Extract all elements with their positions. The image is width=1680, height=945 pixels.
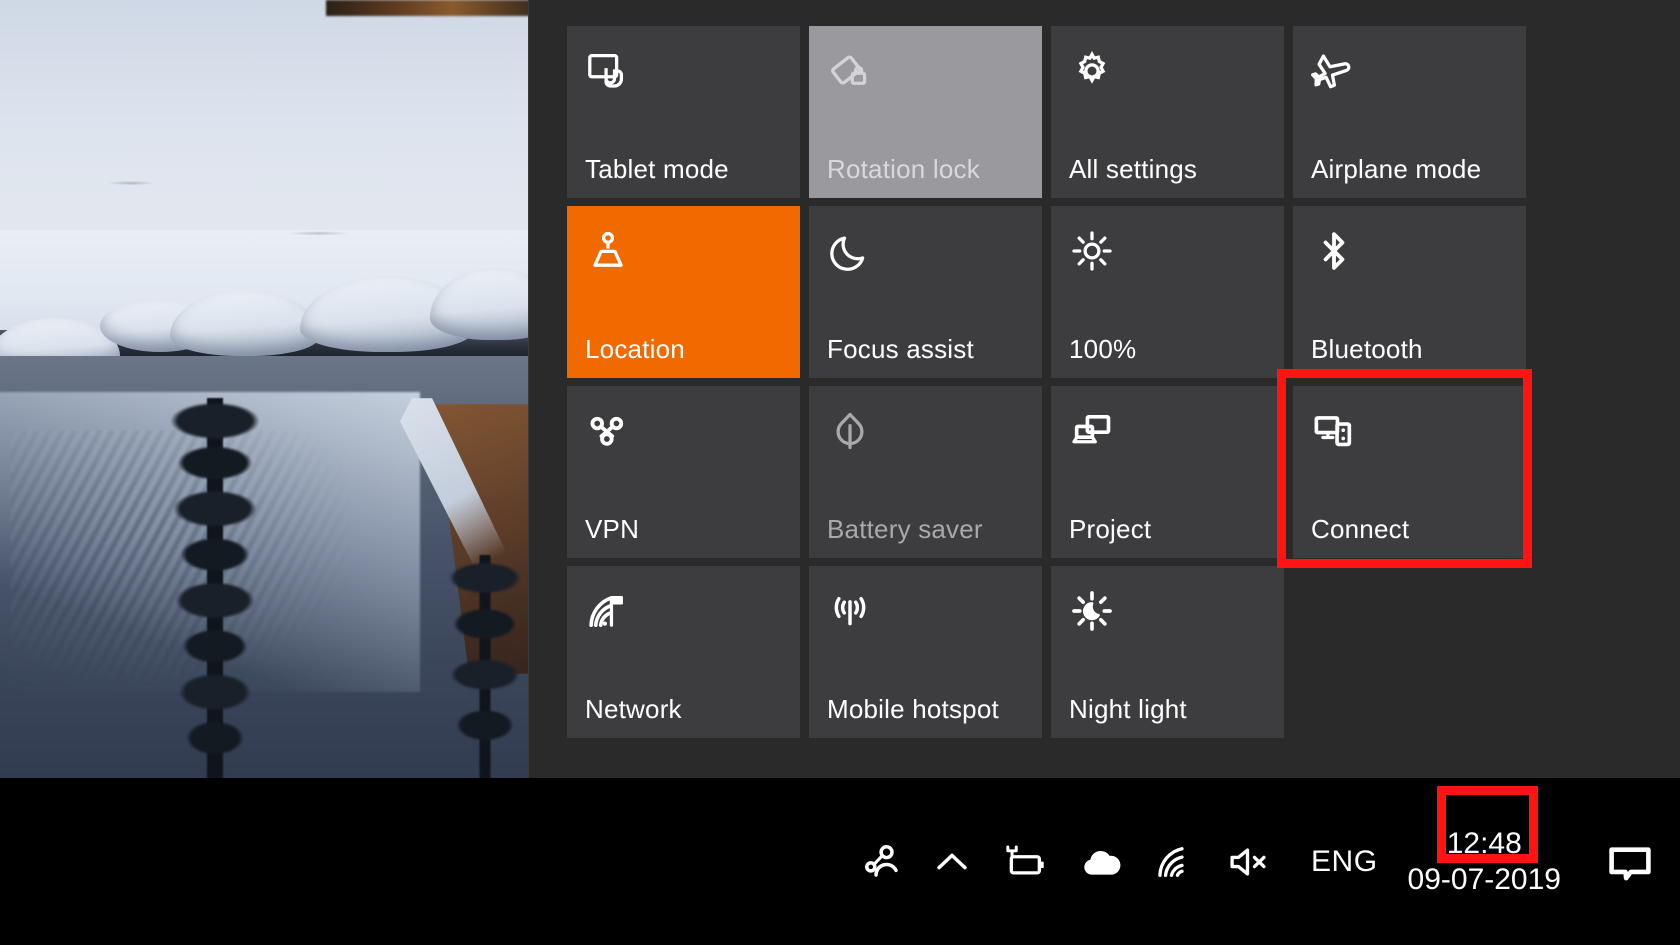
airplane-icon xyxy=(1311,48,1508,100)
quick-action-network[interactable]: Network xyxy=(567,566,800,738)
night-light-icon xyxy=(1069,588,1266,640)
network-wifi-icon xyxy=(585,588,782,640)
speaker-muted-icon[interactable] xyxy=(1211,778,1291,945)
screen: Tablet mode Rotation lock All settings A… xyxy=(0,0,1680,945)
quick-action-label: Battery saver xyxy=(827,514,983,544)
brightness-icon xyxy=(1069,228,1266,280)
clock-date: 09-07-2019 xyxy=(1407,862,1561,896)
wallpaper-pine-tree xyxy=(150,398,280,780)
quick-action-bluetooth[interactable]: Bluetooth xyxy=(1293,206,1526,378)
quick-action-location[interactable]: Location xyxy=(567,206,800,378)
rotation-lock-icon xyxy=(827,48,1024,100)
quick-action-label: Connect xyxy=(1311,514,1410,544)
quick-action-rotation-lock[interactable]: Rotation lock xyxy=(809,26,1042,198)
clock[interactable]: 12:48 09-07-2019 xyxy=(1398,826,1579,897)
action-center-button[interactable] xyxy=(1579,778,1680,945)
wallpaper-pine-tree xyxy=(430,555,530,780)
clock-time: 12:48 xyxy=(1446,827,1522,861)
people-icon[interactable] xyxy=(847,778,917,945)
quick-action-label: Project xyxy=(1069,514,1152,544)
action-center-panel: Tablet mode Rotation lock All settings A… xyxy=(528,0,1680,778)
wifi-icon[interactable] xyxy=(1139,778,1211,945)
quick-action-mobile-hotspot[interactable]: Mobile hotspot xyxy=(809,566,1042,738)
project-icon xyxy=(1069,408,1266,460)
hotspot-icon xyxy=(827,588,1024,640)
quick-action-label: Focus assist xyxy=(827,334,974,364)
language-indicator[interactable]: ENG xyxy=(1291,845,1398,879)
connect-icon xyxy=(1311,408,1508,460)
quick-action-label: Tablet mode xyxy=(585,154,729,184)
quick-action-battery-saver[interactable]: Battery saver xyxy=(809,386,1042,558)
vpn-icon xyxy=(585,408,782,460)
leaf-icon xyxy=(827,408,1024,460)
quick-action-label: Night light xyxy=(1069,694,1187,724)
wallpaper-top-strip xyxy=(326,0,530,16)
onedrive-cloud-icon[interactable] xyxy=(1063,778,1139,945)
system-tray: ENG 12:48 09-07-2019 xyxy=(847,778,1680,945)
quick-action-focus-assist[interactable]: Focus assist xyxy=(809,206,1042,378)
quick-action-night-light[interactable]: Night light xyxy=(1051,566,1284,738)
quick-action-label: Location xyxy=(585,334,685,364)
gear-icon xyxy=(1069,48,1266,100)
quick-action-label: Bluetooth xyxy=(1311,334,1423,364)
desktop-wallpaper xyxy=(0,0,530,780)
quick-action-label: Network xyxy=(585,694,682,724)
quick-action-label: All settings xyxy=(1069,154,1198,184)
quick-action-brightness[interactable]: 100% xyxy=(1051,206,1284,378)
quick-action-label: 100% xyxy=(1069,334,1137,364)
quick-action-connect[interactable]: Connect xyxy=(1293,386,1526,558)
bluetooth-icon xyxy=(1311,228,1508,280)
quick-action-tablet-mode[interactable]: Tablet mode xyxy=(567,26,800,198)
quick-action-vpn[interactable]: VPN xyxy=(567,386,800,558)
quick-action-all-settings[interactable]: All settings xyxy=(1051,26,1284,198)
quick-action-project[interactable]: Project xyxy=(1051,386,1284,558)
quick-action-label: Rotation lock xyxy=(827,154,980,184)
chevron-up-icon[interactable] xyxy=(917,778,987,945)
taskbar: ENG 12:48 09-07-2019 xyxy=(0,778,1680,945)
quick-action-empty-slot xyxy=(1293,566,1526,738)
battery-charging-icon[interactable] xyxy=(987,778,1063,945)
quick-action-airplane-mode[interactable]: Airplane mode xyxy=(1293,26,1526,198)
quick-actions-grid: Tablet mode Rotation lock All settings A… xyxy=(567,26,1567,738)
moon-icon xyxy=(827,228,1024,280)
quick-action-label: Airplane mode xyxy=(1311,154,1482,184)
tablet-mode-icon xyxy=(585,48,782,100)
quick-action-label: VPN xyxy=(585,514,640,544)
location-icon xyxy=(585,228,782,280)
quick-action-label: Mobile hotspot xyxy=(827,694,999,724)
